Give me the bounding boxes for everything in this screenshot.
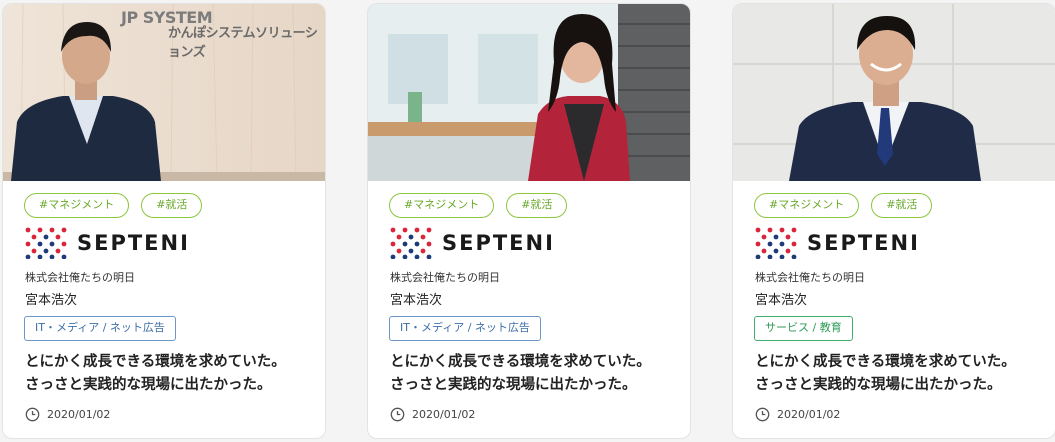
- company-name: 株式会社俺たちの明日: [755, 271, 865, 284]
- tag[interactable]: #マネジメント: [754, 193, 860, 218]
- septeni-logo-mark-icon: [390, 227, 432, 259]
- tag-list: #マネジメント #就活: [389, 193, 568, 218]
- interview-card[interactable]: #マネジメント #就活 SEPTENI 株式会社俺たちの明日 宮本浩次: [367, 3, 691, 439]
- date-row: 2020/01/02: [390, 407, 475, 422]
- septeni-logo-mark-icon: [25, 227, 67, 259]
- logo-wordmark: SEPTENI: [77, 231, 190, 255]
- person-name: 宮本浩次: [25, 293, 78, 308]
- headline-line: とにかく成長できる環境を求めていた。: [25, 354, 286, 370]
- headline-line: さっさと実践的な現場に出たかった。: [25, 377, 272, 393]
- tag[interactable]: #就活: [506, 193, 568, 218]
- publish-date: 2020/01/02: [777, 408, 841, 421]
- company-name: 株式会社俺たちの明日: [25, 271, 135, 284]
- company-logo: SEPTENI: [25, 227, 190, 259]
- date-row: 2020/01/02: [755, 407, 840, 422]
- logo-wordmark: SEPTENI: [807, 231, 920, 255]
- headline-line: さっさと実践的な現場に出たかった。: [755, 377, 1002, 393]
- person-name: 宮本浩次: [755, 293, 808, 308]
- headline[interactable]: とにかく成長できる環境を求めていた。 さっさと実践的な現場に出たかった。: [755, 351, 1047, 397]
- tag-list: #マネジメント #就活: [754, 193, 933, 218]
- company-name: 株式会社俺たちの明日: [390, 271, 500, 284]
- tag[interactable]: #就活: [141, 193, 203, 218]
- company-logo: SEPTENI: [390, 227, 555, 259]
- headline-line: さっさと実践的な現場に出たかった。: [390, 377, 637, 393]
- publish-date: 2020/01/02: [412, 408, 476, 421]
- headline[interactable]: とにかく成長できる環境を求めていた。 さっさと実践的な現場に出たかった。: [390, 351, 682, 397]
- headline[interactable]: とにかく成長できる環境を求めていた。 さっさと実践的な現場に出たかった。: [25, 351, 317, 397]
- tag-list: #マネジメント #就活: [24, 193, 203, 218]
- company-logo: SEPTENI: [755, 227, 920, 259]
- photo-sign-text: かんぽシステムソリューションズ: [168, 26, 318, 60]
- clock-icon: [755, 407, 770, 422]
- headline-line: とにかく成長できる環境を求めていた。: [755, 354, 1016, 370]
- person-name: 宮本浩次: [390, 293, 443, 308]
- interview-card-list: JP SYSTEM かんぽシステムソリューションズ #マネジメント #就活 SE…: [0, 0, 1055, 442]
- interview-photo[interactable]: [733, 4, 1055, 181]
- industry-badge[interactable]: サービス / 教育: [754, 316, 853, 341]
- tag[interactable]: #マネジメント: [389, 193, 495, 218]
- interview-photo[interactable]: JP SYSTEM かんぽシステムソリューションズ: [3, 4, 325, 181]
- date-row: 2020/01/02: [25, 407, 110, 422]
- publish-date: 2020/01/02: [47, 408, 111, 421]
- interview-card[interactable]: #マネジメント #就活 SEPTENI 株式会社俺たちの明日 宮本浩次: [732, 3, 1055, 439]
- clock-icon: [390, 407, 405, 422]
- logo-wordmark: SEPTENI: [442, 231, 555, 255]
- clock-icon: [25, 407, 40, 422]
- interview-card[interactable]: JP SYSTEM かんぽシステムソリューションズ #マネジメント #就活 SE…: [2, 3, 326, 439]
- interview-photo[interactable]: [368, 4, 690, 181]
- industry-badge[interactable]: IT・メディア / ネット広告: [389, 316, 541, 341]
- tag[interactable]: #就活: [871, 193, 933, 218]
- industry-badge[interactable]: IT・メディア / ネット広告: [24, 316, 176, 341]
- septeni-logo-mark-icon: [755, 227, 797, 259]
- headline-line: とにかく成長できる環境を求めていた。: [390, 354, 651, 370]
- tag[interactable]: #マネジメント: [24, 193, 130, 218]
